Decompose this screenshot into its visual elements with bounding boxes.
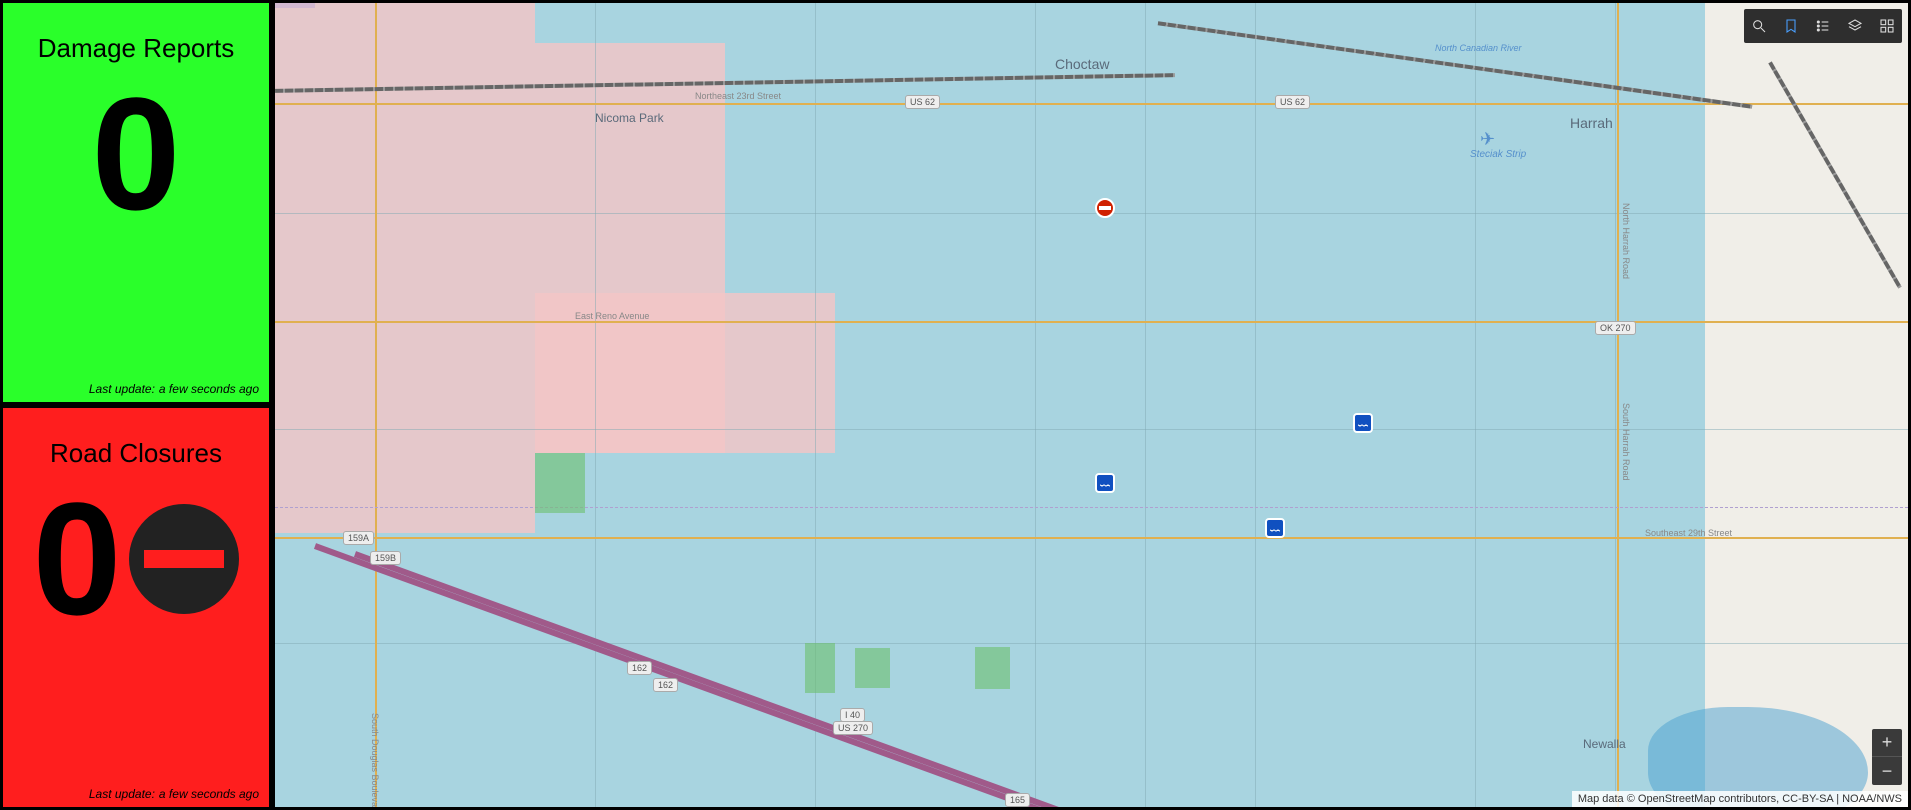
road-closures-title: Road Closures bbox=[50, 438, 222, 469]
street-e-reno: East Reno Avenue bbox=[575, 311, 649, 321]
park-area bbox=[975, 647, 1010, 689]
zoom-out-button[interactable]: − bbox=[1872, 757, 1902, 785]
place-choctaw: Choctaw bbox=[1055, 56, 1109, 72]
map-toolbar bbox=[1744, 9, 1902, 43]
road-closures-panel: Road Closures 0 Last update: a few secon… bbox=[0, 405, 272, 810]
grid-line bbox=[275, 429, 1908, 430]
park-area bbox=[535, 453, 585, 513]
shield-us62-e: US 62 bbox=[1275, 95, 1310, 109]
park-area bbox=[855, 648, 890, 688]
river-label: North Canadian River bbox=[1435, 43, 1522, 53]
airport-label: Steciak Strip bbox=[1470, 149, 1526, 160]
grid-line bbox=[1475, 3, 1476, 807]
street-s-harrah: South Harrah Road bbox=[1621, 403, 1631, 481]
marker-flood-3[interactable] bbox=[1353, 413, 1373, 433]
grid-line bbox=[1145, 3, 1146, 807]
road-reno-ave bbox=[275, 321, 1908, 323]
place-harrah: Harrah bbox=[1570, 115, 1613, 131]
map-attribution: Map data © OpenStreetMap contributors, C… bbox=[1572, 791, 1908, 807]
shield-exit-165: 165 bbox=[1005, 793, 1030, 807]
shield-ok270: OK 270 bbox=[1595, 321, 1636, 335]
marker-flood-1[interactable] bbox=[1095, 473, 1115, 493]
street-s-douglas: South Douglas Boulevard bbox=[370, 713, 380, 810]
shield-exit-162b: 162 bbox=[627, 661, 652, 675]
road-closures-value: 0 bbox=[33, 479, 122, 639]
road-closures-footer: Last update: a few seconds ago bbox=[89, 787, 259, 801]
shield-exit-162a: 162 bbox=[653, 678, 678, 692]
shield-us270: US 270 bbox=[833, 721, 873, 735]
damage-footer-time: a few seconds ago bbox=[159, 382, 259, 396]
park-area bbox=[805, 643, 835, 693]
closures-footer-time: a few seconds ago bbox=[159, 787, 259, 801]
shield-us62-w: US 62 bbox=[905, 95, 940, 109]
place-nicoma-park: Nicoma Park bbox=[595, 111, 664, 125]
app-root: Damage Reports 0 Last update: a few seco… bbox=[0, 0, 1911, 810]
search-icon[interactable] bbox=[1750, 17, 1768, 35]
shield-i40: I 40 bbox=[840, 708, 865, 722]
road-harrah bbox=[1617, 3, 1619, 810]
closures-footer-prefix: Last update: bbox=[89, 787, 155, 801]
damage-reports-footer: Last update: a few seconds ago bbox=[89, 382, 259, 396]
shield-exit-159b: 159B bbox=[370, 551, 401, 565]
map[interactable]: Choctaw Nicoma Park Harrah Newalla North… bbox=[272, 0, 1911, 810]
road-us62 bbox=[275, 103, 1908, 105]
overlay-zone bbox=[275, 3, 535, 533]
road-closures-value-row: 0 bbox=[33, 479, 240, 639]
street-ne23rd: Northeast 23rd Street bbox=[695, 91, 781, 101]
grid-line bbox=[1255, 3, 1256, 807]
road-douglas bbox=[375, 3, 377, 807]
grid-line bbox=[1615, 3, 1616, 807]
grid-line bbox=[275, 643, 1908, 644]
damage-reports-panel: Damage Reports 0 Last update: a few seco… bbox=[0, 0, 272, 405]
sidebar: Damage Reports 0 Last update: a few seco… bbox=[0, 0, 272, 810]
grid-line bbox=[1035, 3, 1036, 807]
damage-reports-value: 0 bbox=[92, 74, 181, 234]
no-entry-icon bbox=[129, 504, 239, 614]
layers-icon[interactable] bbox=[1846, 17, 1864, 35]
shield-exit-159a: 159A bbox=[343, 531, 374, 545]
zoom-control: + − bbox=[1872, 729, 1902, 785]
zoom-in-button[interactable]: + bbox=[1872, 729, 1902, 757]
grid-line bbox=[275, 213, 1908, 214]
street-n-harrah: North Harrah Road bbox=[1621, 203, 1631, 279]
legend-icon[interactable] bbox=[1814, 17, 1832, 35]
damage-footer-prefix: Last update: bbox=[89, 382, 155, 396]
marker-flood-2[interactable] bbox=[1265, 518, 1285, 538]
damage-reports-title: Damage Reports bbox=[38, 33, 235, 64]
basemap-icon[interactable] bbox=[1878, 17, 1896, 35]
street-se29th: Southeast 29th Street bbox=[1645, 528, 1732, 538]
marker-road-closure[interactable] bbox=[1095, 198, 1115, 218]
bookmark-icon[interactable] bbox=[1782, 17, 1800, 35]
boundary-line bbox=[275, 507, 1908, 508]
place-newalla: Newalla bbox=[1583, 737, 1626, 751]
airport-icon: ✈ bbox=[1480, 129, 1495, 150]
